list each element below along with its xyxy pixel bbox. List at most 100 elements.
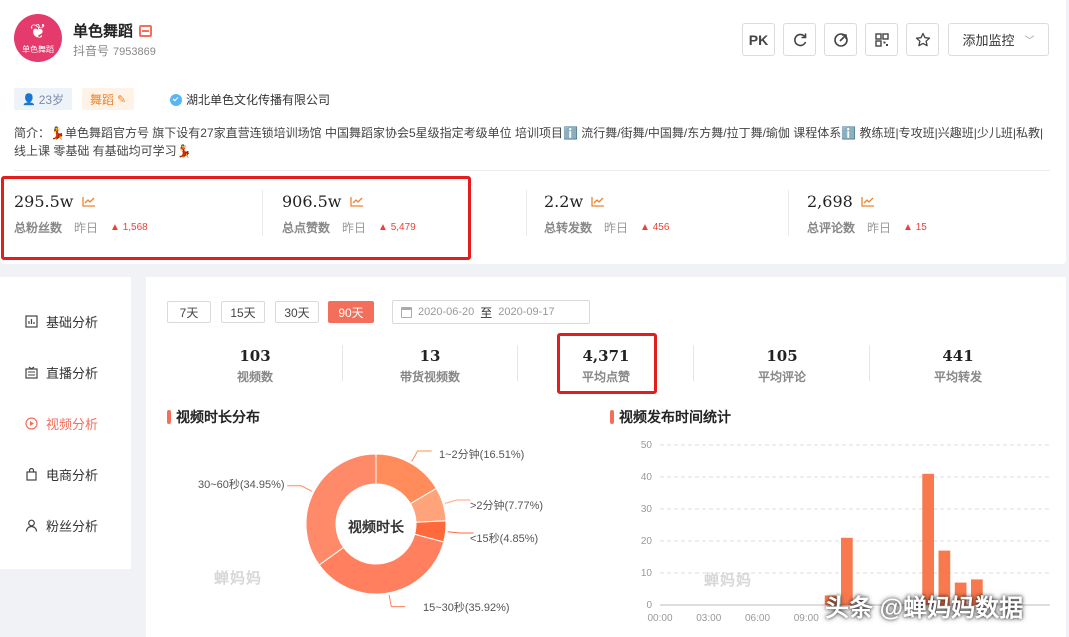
slice-leader-line: [287, 485, 313, 492]
avatar-text: 单色舞蹈: [22, 44, 54, 54]
stat-delta: 456: [652, 222, 670, 233]
refresh-button[interactable]: [783, 23, 816, 56]
kpi-label: 带货视频数: [399, 370, 460, 384]
tv-icon: [24, 366, 38, 380]
stat-total-shares: 2.2w 总转发数 昨日 ▲ 456: [544, 192, 669, 236]
kpi-divider: [869, 345, 870, 381]
kpi-value: 103: [239, 347, 271, 365]
pk-button[interactable]: PK: [742, 23, 775, 56]
sidebar: 基础分析 直播分析 视频分析 电商分析 粉丝分析: [0, 277, 131, 569]
douyin-label: 抖音号: [73, 44, 110, 58]
add-monitor-button[interactable]: 添加监控 ﹀: [948, 23, 1049, 56]
kpi-divider: [517, 345, 518, 381]
date-range-picker[interactable]: 2020-06-20 至 2020-09-17: [392, 300, 590, 324]
company-name: 湖北单色文化传播有限公司: [186, 93, 331, 107]
publish-title-text: 视频发布时间统计: [619, 409, 731, 425]
sidebar-item-fans[interactable]: 粉丝分析: [24, 516, 98, 535]
stat-value: 2.2w: [544, 192, 584, 211]
sidebar-item-video[interactable]: 视频分析: [24, 414, 98, 433]
date-to: 至: [480, 305, 493, 320]
section-marker: [167, 410, 171, 424]
profile-name-text: 单色舞蹈: [73, 23, 134, 40]
date-end[interactable]: 2020-09-17: [498, 306, 554, 318]
refresh-icon: [793, 33, 806, 46]
section-marker: [610, 410, 614, 424]
donut-center-label: 视频时长: [348, 519, 404, 535]
duration-section-title: 视频时长分布: [167, 407, 260, 427]
company: 湖北单色文化传播有限公司: [170, 91, 330, 108]
live-icon: [139, 24, 153, 37]
trend-chart-icon[interactable]: [861, 196, 875, 207]
publish-section-title: 视频发布时间统计: [610, 407, 731, 427]
slice-leader-line: [388, 594, 406, 608]
profile-card: ❦ 单色舞蹈 单色舞蹈 抖音号 7953869 PK 添加监控 ﹀ 👤 23岁 舞…: [0, 0, 1066, 264]
user-icon: [24, 519, 38, 533]
verified-icon: [170, 93, 182, 106]
up-arrow-icon: ▲: [640, 222, 650, 233]
kpi-video-count: 103 视频数: [170, 347, 340, 385]
kpi-sales-video-count: 13 带货视频数: [345, 347, 515, 385]
range-15d-button[interactable]: 15天: [221, 301, 265, 323]
y-tick-label: 10: [641, 568, 653, 579]
category-tag[interactable]: 舞蹈 ✎: [82, 88, 135, 110]
age-tag: 👤 23岁: [14, 88, 73, 110]
x-tick-label: 09:00: [794, 613, 819, 624]
sidebar-item-label: 粉丝分析: [46, 519, 99, 534]
range-label: 30天: [284, 305, 310, 320]
pie-slice[interactable]: [305, 453, 377, 566]
add-monitor-label: 添加监控: [962, 33, 1015, 48]
kpi-value: 441: [942, 347, 974, 365]
stat-label: 总评论数: [807, 221, 856, 235]
watermark-text: 蝉妈妈: [704, 572, 753, 589]
kpi-label: 平均转发: [933, 370, 982, 384]
y-tick-label: 0: [646, 600, 652, 611]
range-90d-button[interactable]: 90天: [328, 301, 374, 323]
category-tag-text: 舞蹈: [90, 92, 115, 107]
pk-label: PK: [748, 31, 769, 48]
donut-label: <15秒(4.85%): [470, 533, 539, 545]
donut-label: 1~2分钟(16.51%): [439, 449, 525, 461]
kpi-label: 平均评论: [757, 370, 806, 384]
stat-divider: [526, 190, 527, 236]
sidebar-item-label: 基础分析: [46, 315, 99, 330]
duration-donut-chart: 视频时长 1~2分钟(16.51%) >2分钟(7.77%) <15秒(4.85…: [146, 427, 586, 637]
edit-icon[interactable]: ✎: [117, 93, 126, 106]
favorite-button[interactable]: [906, 23, 939, 56]
date-start[interactable]: 2020-06-20: [418, 306, 474, 318]
share-button[interactable]: [824, 23, 857, 56]
sidebar-item-live[interactable]: 直播分析: [24, 363, 98, 382]
highlight-box: [557, 333, 657, 394]
trend-chart-icon[interactable]: [591, 196, 605, 207]
duration-title-text: 视频时长分布: [176, 409, 260, 425]
stat-label: 总转发数: [544, 221, 593, 235]
up-arrow-icon: ▲: [903, 222, 913, 233]
x-tick-label: 03:00: [696, 613, 721, 624]
kpi-avg-comments: 105 平均评论: [697, 347, 867, 385]
bar[interactable]: [922, 473, 934, 605]
chevron-down-icon: ﹀: [1024, 36, 1035, 47]
kpi-divider: [693, 345, 694, 381]
range-7d-button[interactable]: 7天: [167, 301, 211, 323]
x-tick-label: 06:00: [745, 613, 770, 624]
range-30d-button[interactable]: 30天: [275, 301, 319, 323]
age-tag-text: 23岁: [38, 92, 65, 107]
kpi-divider: [342, 345, 343, 381]
divider: [14, 170, 1050, 171]
range-label: 7天: [179, 305, 199, 320]
qrcode-button[interactable]: [865, 23, 898, 56]
calendar-icon: [401, 306, 412, 318]
x-tick-label: 00:00: [647, 613, 672, 624]
shopping-bag-icon: [24, 468, 38, 482]
sidebar-item-basic[interactable]: 基础分析: [24, 312, 98, 331]
bar-chart-icon: [24, 315, 38, 329]
range-label: 90天: [338, 305, 364, 320]
stat-divider: [788, 190, 789, 236]
avatar[interactable]: ❦ 单色舞蹈: [14, 14, 62, 62]
play-icon: [24, 417, 38, 431]
profile-description: 简介：💃单色舞蹈官方号 旗下设有27家直营连锁培训场馆 中国舞蹈家协会5星级指定…: [14, 126, 1044, 158]
y-tick-label: 30: [641, 504, 653, 515]
profile-name: 单色舞蹈: [73, 20, 153, 41]
sidebar-item-label: 视频分析: [46, 417, 99, 432]
sidebar-item-ecommerce[interactable]: 电商分析: [24, 465, 98, 484]
sidebar-item-label: 直播分析: [46, 366, 99, 381]
